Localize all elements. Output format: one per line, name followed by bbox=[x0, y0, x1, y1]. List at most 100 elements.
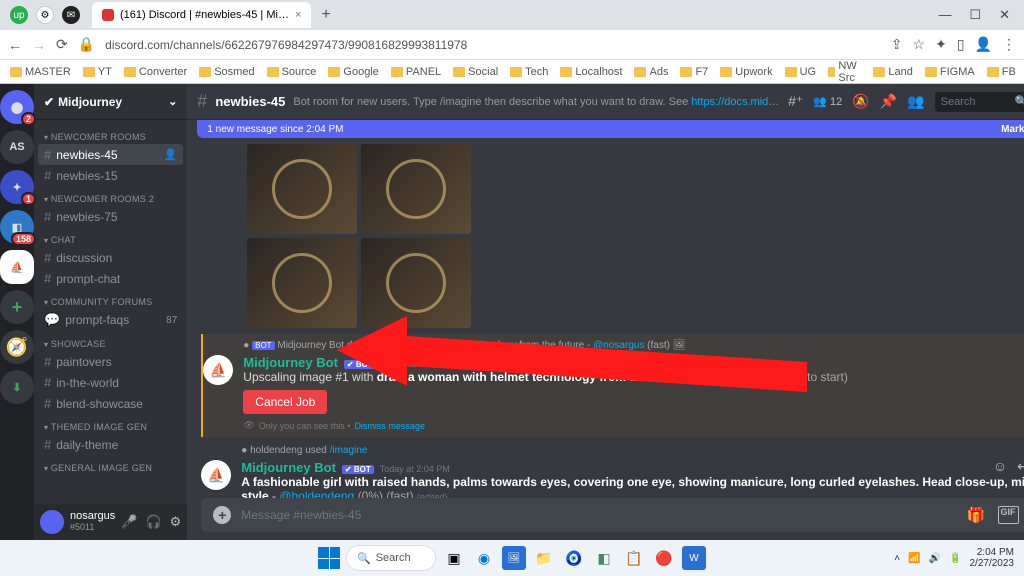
bookmark-item[interactable]: Tech bbox=[506, 66, 552, 78]
dismiss-link[interactable]: Dismiss message bbox=[354, 421, 425, 431]
members-count[interactable]: 👥 12 bbox=[813, 95, 842, 108]
message-input[interactable]: + Message #newbies-45 🎁 GIF ◧ ☺ bbox=[201, 498, 1024, 532]
channel-item[interactable]: #prompt-chat bbox=[38, 268, 183, 289]
gif-button[interactable]: GIF bbox=[998, 506, 1019, 524]
bookmark-item[interactable]: Source bbox=[263, 66, 321, 78]
bookmark-item[interactable]: F7 bbox=[676, 66, 712, 78]
channel-item[interactable]: #blend-showcase bbox=[38, 393, 183, 414]
battery-icon[interactable]: 🔋 bbox=[949, 553, 961, 564]
menu-icon[interactable]: ⋮ bbox=[1002, 36, 1016, 53]
reload-icon[interactable]: ⟳ bbox=[56, 36, 68, 53]
bookmark-item[interactable]: Social bbox=[449, 66, 502, 78]
url-field[interactable]: discord.com/channels/662267976984297473/… bbox=[105, 38, 881, 52]
volume-icon[interactable]: 🔊 bbox=[929, 553, 941, 564]
close-icon[interactable]: × bbox=[295, 9, 301, 21]
attach-button[interactable]: + bbox=[213, 506, 231, 524]
start-button[interactable] bbox=[318, 547, 340, 569]
home-server[interactable]: ⬤2 bbox=[0, 90, 34, 124]
app-icon[interactable]: W bbox=[682, 546, 706, 570]
app-icon[interactable]: ◧ bbox=[592, 546, 616, 570]
explorer-icon[interactable]: 📁 bbox=[532, 546, 556, 570]
mute-icon[interactable]: 🎤 bbox=[121, 514, 137, 530]
download-button[interactable]: ⬇ bbox=[0, 370, 34, 404]
channel-category[interactable]: THEMED IMAGE GEN bbox=[38, 414, 183, 434]
bookmark-item[interactable]: FB bbox=[983, 66, 1020, 78]
edge-icon[interactable]: ◉ bbox=[472, 546, 496, 570]
forward-icon[interactable]: → bbox=[32, 37, 46, 53]
channel-category[interactable]: NEWCOMER ROOMS 2 bbox=[38, 186, 183, 206]
app-icon[interactable]: 📋 bbox=[622, 546, 646, 570]
ext-icon[interactable]: up bbox=[10, 6, 28, 24]
bookmark-item[interactable]: FIGMA bbox=[921, 66, 979, 78]
star-icon[interactable]: ☆ bbox=[913, 36, 926, 53]
gift-icon[interactable]: 🎁 bbox=[967, 506, 986, 524]
add-server-button[interactable]: + bbox=[0, 290, 34, 324]
mark-as-read[interactable]: Mark As Read ✉ bbox=[1001, 124, 1024, 135]
members-icon[interactable]: 👥 bbox=[907, 93, 924, 110]
task-view-icon[interactable]: ▣ bbox=[442, 546, 466, 570]
puzzle-icon[interactable]: ✦ bbox=[935, 36, 947, 53]
new-messages-bar[interactable]: 1 new message since 2:04 PM Mark As Read… bbox=[197, 120, 1024, 138]
minimize-icon[interactable]: ― bbox=[938, 7, 951, 23]
notifications-icon[interactable]: 🔕 bbox=[852, 93, 869, 110]
app-icon[interactable]: 🖼 bbox=[502, 546, 526, 570]
server-item[interactable]: ◧158 bbox=[0, 210, 34, 244]
app-icon[interactable]: 🧿 bbox=[562, 546, 586, 570]
maximize-icon[interactable]: ☐ bbox=[969, 7, 981, 23]
new-tab-button[interactable]: + bbox=[321, 6, 330, 24]
server-item[interactable]: ✦1 bbox=[0, 170, 34, 204]
bookmark-item[interactable]: Land bbox=[869, 66, 916, 78]
pins-icon[interactable]: 📌 bbox=[880, 93, 897, 110]
server-header[interactable]: ✔ Midjourney ⌄ bbox=[34, 84, 187, 120]
clock[interactable]: 2:04 PM 2/27/2023 bbox=[970, 547, 1015, 569]
channel-category[interactable]: SHOWCASE bbox=[38, 331, 183, 351]
taskbar-search[interactable]: 🔍 Search bbox=[346, 545, 436, 571]
channel-category[interactable]: COMMUNITY FORUMS bbox=[38, 289, 183, 309]
channel-category[interactable]: GENERAL IMAGE GEN bbox=[38, 455, 183, 475]
channel-item[interactable]: #daily-theme bbox=[38, 434, 183, 455]
bookmark-item[interactable]: NW Src bbox=[824, 60, 865, 84]
ext-icon[interactable]: ✉ bbox=[62, 6, 80, 24]
cancel-job-button[interactable]: Cancel Job bbox=[243, 390, 327, 414]
channel-item[interactable]: #in-the-world bbox=[38, 372, 183, 393]
channel-item[interactable]: 💬prompt-faqs87 bbox=[38, 309, 183, 331]
reply-context[interactable]: ● holdendeng used /imagine bbox=[241, 445, 1024, 456]
bookmark-item[interactable]: Localhost bbox=[556, 66, 626, 78]
search-input[interactable]: Search🔍 bbox=[935, 92, 1024, 112]
threads-icon[interactable]: #⁺ bbox=[788, 93, 803, 110]
bookmark-item[interactable]: Google bbox=[324, 66, 382, 78]
avatar[interactable] bbox=[40, 510, 64, 534]
chrome-icon[interactable]: 🔴 bbox=[652, 546, 676, 570]
settings-icon[interactable]: ⚙ bbox=[170, 514, 182, 530]
bookmark-item[interactable]: MASTER bbox=[6, 66, 75, 78]
reply-context[interactable]: ● BOT Midjourney Bot draw a woman with h… bbox=[243, 340, 1024, 351]
bookmark-item[interactable]: Converter bbox=[120, 66, 191, 78]
channel-item[interactable]: #discussion bbox=[38, 247, 183, 268]
avatar[interactable]: ⛵ bbox=[201, 460, 231, 490]
profile-icon[interactable]: 👤 bbox=[975, 36, 992, 53]
share-icon[interactable]: ⇪ bbox=[891, 36, 903, 53]
react-icon[interactable]: ☺ bbox=[993, 458, 1007, 475]
channel-category[interactable]: NEWCOMER ROOMS bbox=[38, 124, 183, 144]
close-window-icon[interactable]: ✕ bbox=[999, 7, 1010, 23]
bookmark-item[interactable]: UG bbox=[781, 66, 821, 78]
image-grid[interactable] bbox=[247, 144, 1024, 328]
server-as[interactable]: AS bbox=[0, 130, 34, 164]
bookmark-item[interactable]: Ads bbox=[630, 66, 672, 78]
channel-item[interactable]: #newbies-15 bbox=[38, 165, 183, 186]
avatar[interactable]: ⛵ bbox=[203, 355, 233, 385]
channel-topic[interactable]: Bot room for new users. Type /imagine th… bbox=[293, 96, 780, 108]
panel-icon[interactable]: ▯ bbox=[957, 36, 965, 53]
ext-icon[interactable]: ⚙ bbox=[36, 6, 54, 24]
channel-item[interactable]: #paintovers bbox=[38, 351, 183, 372]
reply-icon[interactable]: ↩ bbox=[1017, 458, 1024, 475]
channel-category[interactable]: CHAT bbox=[38, 227, 183, 247]
server-midjourney[interactable]: ⛵ bbox=[0, 250, 34, 284]
bookmark-item[interactable]: Sosmed bbox=[195, 66, 258, 78]
explore-button[interactable]: 🧭 bbox=[0, 330, 34, 364]
deafen-icon[interactable]: 🎧 bbox=[145, 514, 161, 530]
channel-item[interactable]: #newbies-75 bbox=[38, 206, 183, 227]
browser-tab[interactable]: (161) Discord | #newbies-45 | Mi… × bbox=[92, 2, 311, 28]
author-name[interactable]: Midjourney Bot bbox=[241, 460, 336, 475]
author-name[interactable]: Midjourney Bot bbox=[243, 355, 338, 370]
